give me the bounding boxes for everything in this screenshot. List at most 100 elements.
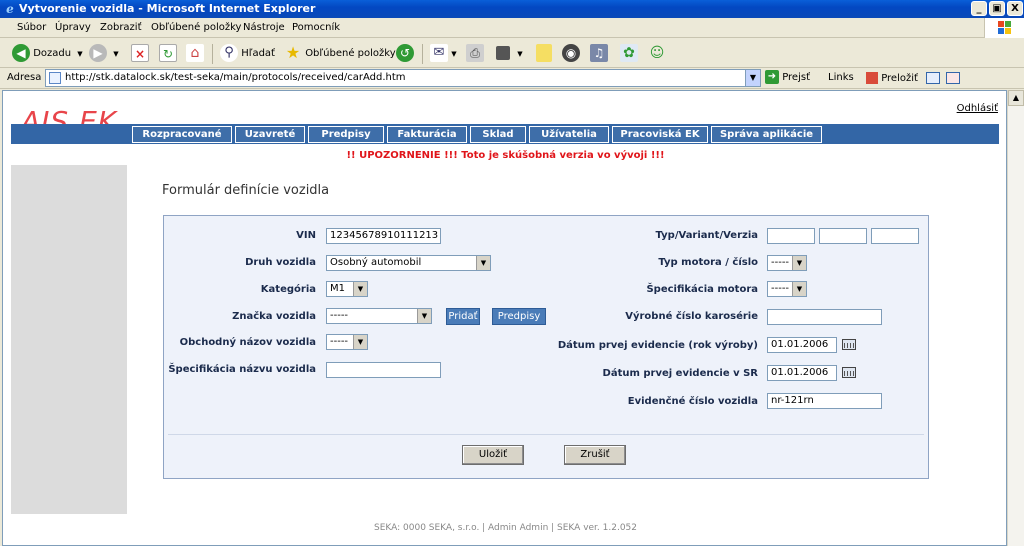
edit-icon (496, 46, 510, 60)
globe-icon: ◉ (562, 44, 580, 62)
home-button[interactable]: ⌂ (186, 44, 204, 64)
spec-nazvu-input[interactable] (326, 362, 441, 378)
spec-motora-select[interactable]: ----- ▼ (767, 281, 807, 297)
windows-logo (984, 18, 1024, 38)
verzia-input[interactable] (871, 228, 919, 244)
nav-sklad[interactable]: Sklad (470, 126, 526, 143)
vertical-scrollbar[interactable]: ▲ (1007, 90, 1024, 546)
translate-button[interactable]: Preložiť (866, 72, 918, 84)
calendar-icon[interactable] (842, 339, 856, 350)
icq-button[interactable]: ✿ (620, 44, 638, 64)
nav-rozpracovane[interactable]: Rozpracované (132, 126, 232, 143)
forward-button[interactable]: ▶ ▼ (89, 44, 119, 64)
minimize-button[interactable]: _ (971, 1, 987, 16)
chevron-down-icon: ▼ (792, 282, 806, 296)
zrusit-button[interactable]: Zrušiť (564, 445, 626, 465)
menu-upravy[interactable]: Úpravy (55, 22, 91, 33)
typ-input[interactable] (767, 228, 815, 244)
back-button[interactable]: ◀ Dozadu ▼ (12, 44, 83, 64)
links-button[interactable]: Links (828, 72, 854, 83)
nav-uzivatelia[interactable]: Užívatelia (529, 126, 609, 143)
nav-predpisy[interactable]: Predpisy (308, 126, 384, 143)
ev-cislo-input[interactable]: nr-121rn (767, 393, 882, 409)
windows-flag-icon (998, 21, 1012, 35)
favorites-label: Obľúbené položky (305, 48, 396, 59)
menu-pomocnik[interactable]: Pomocník (292, 22, 340, 33)
kategoria-value: M1 (330, 283, 345, 294)
menu-zobrazit[interactable]: Zobraziť (100, 22, 142, 33)
browser-viewport: AIS EK Odhlásiť Rozpracované Uzavreté Pr… (2, 90, 1007, 546)
vin-input[interactable]: 12345678910111213 (326, 228, 441, 244)
nav-pracoviska[interactable]: Pracoviská EK (612, 126, 708, 143)
history-button[interactable]: ↺ (396, 44, 414, 64)
datum-prvej-input[interactable]: 01.01.2006 (767, 337, 837, 353)
address-input[interactable]: http://stk.datalock.sk/test-seka/main/pr… (45, 69, 761, 87)
druh-value: Osobný automobil (330, 257, 422, 268)
nav-sprava[interactable]: Správa aplikácie (711, 126, 822, 143)
search-button[interactable]: ⚲ Hľadať (220, 44, 275, 64)
mail-button[interactable]: ✉ ▼ (430, 44, 457, 64)
maximize-button[interactable]: ▣ (989, 1, 1005, 16)
print-button[interactable]: ⎙ (466, 44, 484, 64)
predpisy-button[interactable]: Predpisy (492, 308, 546, 325)
go-label: Prejsť (782, 72, 810, 83)
messenger-icon: ☺ (649, 45, 665, 61)
address-dropdown-icon[interactable]: ▼ (745, 70, 760, 86)
typ-motora-select[interactable]: ----- ▼ (767, 255, 807, 271)
vyrobne-cislo-input[interactable] (767, 309, 882, 325)
forward-arrow-icon: ▶ (89, 44, 107, 62)
page-footer: SEKA: 0000 SEKA, s.r.o. | Admin Admin | … (373, 523, 638, 533)
stop-icon: × (131, 44, 149, 62)
nav-uzavrete[interactable]: Uzavreté (235, 126, 305, 143)
mail-dropdown-icon[interactable]: ▼ (451, 50, 456, 58)
chevron-down-icon: ▼ (353, 282, 367, 296)
kategoria-select[interactable]: M1 ▼ (326, 281, 368, 297)
address-url: http://stk.datalock.sk/test-seka/main/pr… (65, 72, 406, 83)
datum-prvej-label: Dátum prvej evidencie (rok výroby) (557, 340, 758, 351)
go-button[interactable]: ➜ Prejsť (765, 70, 810, 84)
favorites-button[interactable]: ★ Obľúbené položky (284, 44, 396, 64)
forward-dropdown-icon[interactable]: ▼ (113, 50, 118, 58)
typ-motora-value: ----- (771, 257, 790, 268)
messenger-button[interactable]: ☺ (648, 44, 666, 64)
highlight-icon[interactable] (926, 72, 940, 84)
address-bar: Adresa http://stk.datalock.sk/test-seka/… (0, 68, 1024, 89)
variant-input[interactable] (819, 228, 867, 244)
translate-icon (866, 72, 878, 84)
edit-button[interactable]: ▼ (496, 44, 523, 64)
refresh-button[interactable]: ↻ (159, 44, 177, 64)
discuss-button[interactable] (536, 44, 552, 64)
pridat-button[interactable]: Pridať (446, 308, 480, 325)
stop-button[interactable]: × (131, 44, 149, 64)
media-button[interactable]: ♫ (590, 44, 608, 64)
obch-nazov-select[interactable]: ----- ▼ (326, 334, 368, 350)
obch-nazov-label: Obchodný názov vozidla (179, 337, 316, 348)
menu-nastroje[interactable]: Nástroje (243, 22, 285, 33)
options-icon[interactable] (946, 72, 960, 84)
search-icon: ⚲ (220, 44, 238, 62)
datum-sr-input[interactable]: 01.01.2006 (767, 365, 837, 381)
refresh-icon: ↻ (159, 44, 177, 62)
druh-select[interactable]: Osobný automobil ▼ (326, 255, 491, 271)
research-button[interactable]: ◉ (562, 44, 580, 64)
menu-subor[interactable]: Súbor (17, 22, 46, 33)
spec-motora-value: ----- (771, 283, 790, 294)
edit-dropdown-icon[interactable]: ▼ (517, 50, 522, 58)
back-dropdown-icon[interactable]: ▼ (77, 50, 82, 58)
logout-link[interactable]: Odhlásiť (957, 103, 998, 114)
scroll-up-icon[interactable]: ▲ (1008, 90, 1024, 106)
ulozit-button[interactable]: Uložiť (462, 445, 524, 465)
chevron-down-icon: ▼ (476, 256, 490, 270)
znacka-select[interactable]: ----- ▼ (326, 308, 432, 324)
menu-oblubene[interactable]: Obľúbené položky (151, 22, 241, 33)
typ-motora-label: Typ motora / číslo (658, 257, 758, 268)
form-divider (168, 434, 924, 435)
typ-label: Typ/Variant/Verzia (655, 230, 758, 241)
back-label: Dozadu (33, 48, 72, 59)
obch-nazov-value: ----- (330, 336, 349, 347)
mail-icon: ✉ (430, 44, 448, 62)
calendar-icon[interactable] (842, 367, 856, 378)
nav-fakturacia[interactable]: Fakturácia (387, 126, 467, 143)
note-icon (536, 44, 552, 62)
close-button[interactable]: X (1007, 1, 1023, 16)
